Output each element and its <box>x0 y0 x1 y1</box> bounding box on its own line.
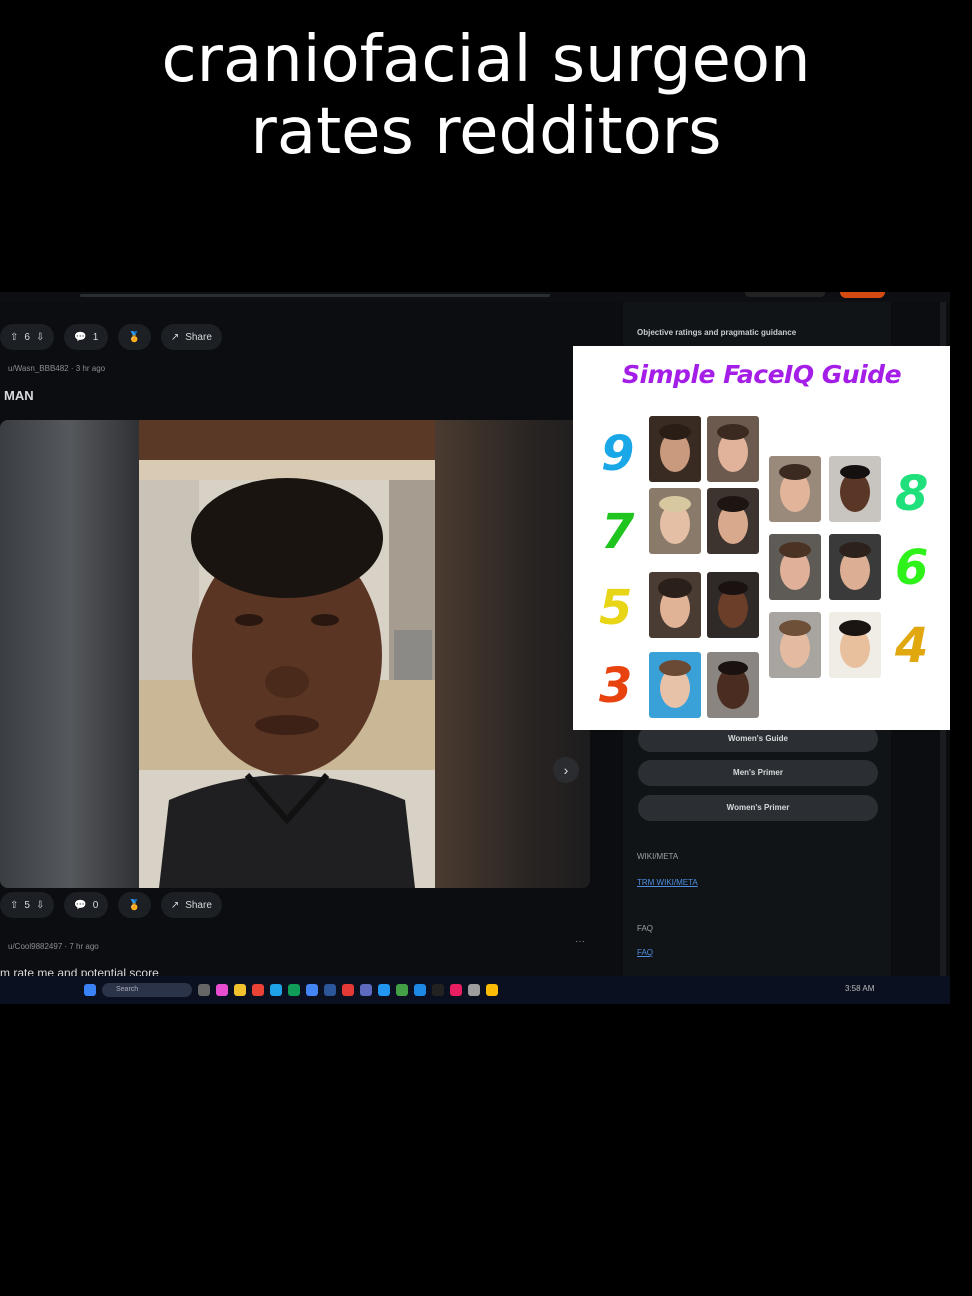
score-6-label: 6 <box>895 540 929 596</box>
faq-heading: FAQ <box>637 924 654 933</box>
downvote-icon[interactable]: ⇩ <box>36 900 44 911</box>
face-photo <box>707 416 759 482</box>
progress-track <box>80 294 550 297</box>
shield-icon[interactable] <box>342 984 354 996</box>
comments-button[interactable]: 💬 0 <box>64 892 109 918</box>
app-icon[interactable] <box>432 984 444 996</box>
comment-author[interactable]: u/Cool9882497 · 7 hr ago <box>8 942 99 951</box>
face-photo <box>649 572 701 638</box>
score-3-label: 3 <box>599 658 633 714</box>
vote-count: 6 <box>24 331 30 343</box>
mens-primer-button[interactable]: Men's Primer <box>638 760 878 786</box>
score-8-label: 8 <box>895 466 929 522</box>
award-icon: 🏅 <box>128 899 141 911</box>
portrait-image <box>139 420 435 888</box>
face-photo <box>769 456 821 522</box>
app-icon[interactable] <box>252 984 264 996</box>
wiki-link[interactable]: TRM WIKI/META <box>637 878 698 887</box>
post-feed: ⇧ 6 ⇩ 💬 1 🏅 ↗ Share u/Wasn_BBB482 · 3 hr… <box>0 302 605 980</box>
share-label: Share <box>185 331 212 343</box>
post-actions-bottom: ⇧ 5 ⇩ 💬 0 🏅 ↗ Share <box>0 892 222 920</box>
face-photo <box>769 534 821 600</box>
vote-control[interactable]: ⇧ 6 ⇩ <box>0 324 55 350</box>
score-9-label: 9 <box>601 426 635 482</box>
post-photo[interactable] <box>139 420 435 888</box>
post-author[interactable]: u/Wasn_BBB482 · 3 hr ago <box>8 364 105 373</box>
taskbar-search[interactable]: Search <box>102 983 192 997</box>
folder-icon[interactable] <box>234 984 246 996</box>
windows-taskbar: Search 3:58 AM <box>0 976 950 1004</box>
carousel-next-button[interactable]: › <box>553 757 579 783</box>
score-4-label: 4 <box>895 618 929 674</box>
face-photo <box>707 488 759 554</box>
award-button[interactable]: 🏅 <box>118 892 151 918</box>
app-icon[interactable] <box>396 984 408 996</box>
create-post-button[interactable] <box>840 292 885 298</box>
faceiq-guide-overlay: Simple FaceIQ Guide 9 7 5 3 8 6 4 <box>573 346 950 730</box>
guide-title: Simple FaceIQ Guide <box>621 360 902 389</box>
wiki-heading: WIKI/META <box>637 852 679 861</box>
award-icon: 🏅 <box>128 331 141 343</box>
video-caption: craniofacial surgeon rates redditors <box>0 24 972 168</box>
share-icon: ↗ <box>170 331 180 343</box>
app-icon[interactable] <box>360 984 372 996</box>
taskbar-icons: Search <box>84 983 498 997</box>
task-view-icon[interactable] <box>198 984 210 996</box>
app-icon[interactable] <box>468 984 480 996</box>
face-photo <box>769 612 821 678</box>
store-icon[interactable] <box>306 984 318 996</box>
comment-count: 1 <box>92 331 99 343</box>
faq-link[interactable]: FAQ <box>637 948 653 957</box>
system-tray-clock[interactable]: 3:58 AM <box>845 984 874 993</box>
downvote-icon[interactable]: ⇩ <box>36 332 44 343</box>
share-icon: ↗ <box>170 899 180 911</box>
media-blur-right <box>435 420 590 888</box>
face-photo <box>829 612 881 678</box>
share-label: Share <box>185 899 212 911</box>
post-media-carousel[interactable]: › <box>0 420 590 888</box>
start-icon[interactable] <box>84 984 96 996</box>
face-photo <box>707 652 759 718</box>
comment-icon: 💬 <box>74 899 87 911</box>
upvote-icon[interactable]: ⇧ <box>10 332 18 343</box>
comments-button[interactable]: 💬 1 <box>64 324 109 350</box>
vote-count: 5 <box>24 899 30 911</box>
share-button[interactable]: ↗ Share <box>160 324 222 350</box>
vote-control[interactable]: ⇧ 5 ⇩ <box>0 892 55 918</box>
post-title[interactable]: MAN <box>4 388 34 403</box>
chrome-icon[interactable] <box>486 984 498 996</box>
post-actions-top: ⇧ 6 ⇩ 💬 1 🏅 ↗ Share <box>0 324 222 352</box>
upvote-icon[interactable]: ⇧ <box>10 900 18 911</box>
face-photo <box>649 488 701 554</box>
face-photo <box>707 572 759 638</box>
share-button[interactable]: ↗ Share <box>160 892 222 918</box>
face-photo <box>649 652 701 718</box>
face-photo <box>649 416 701 482</box>
award-button[interactable]: 🏅 <box>118 324 151 350</box>
app-icon[interactable] <box>216 984 228 996</box>
browser-top-strip <box>0 292 950 302</box>
womens-primer-button[interactable]: Women's Primer <box>638 795 878 821</box>
caption-line-2: rates redditors <box>250 95 722 169</box>
score-7-label: 7 <box>601 504 635 560</box>
edge-icon[interactable] <box>270 984 282 996</box>
face-photo <box>829 534 881 600</box>
comment-icon: 💬 <box>74 331 87 343</box>
subreddit-description: Objective ratings and pragmatic guidance <box>637 328 797 337</box>
word-icon[interactable] <box>324 984 336 996</box>
header-button[interactable] <box>745 292 825 297</box>
app-icon[interactable] <box>414 984 426 996</box>
face-photo <box>829 456 881 522</box>
app-icon[interactable] <box>450 984 462 996</box>
score-5-label: 5 <box>599 580 633 636</box>
app-icon[interactable] <box>378 984 390 996</box>
caption-line-1: craniofacial surgeon <box>161 23 811 97</box>
more-options-icon[interactable]: ··· <box>575 936 585 947</box>
comment-count: 0 <box>92 899 99 911</box>
app-icon[interactable] <box>288 984 300 996</box>
media-blur-left <box>0 420 140 888</box>
